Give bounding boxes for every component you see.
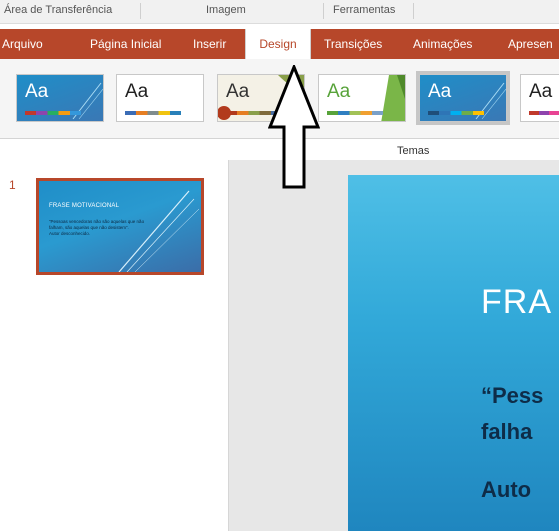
theme-thumbnail-selected[interactable]: Aa — [416, 71, 510, 125]
tab-inserir[interactable]: Inserir — [193, 29, 226, 59]
main-slide-line[interactable]: falha — [481, 419, 532, 445]
tab-arquivo[interactable]: Arquivo — [2, 29, 43, 59]
thumbnail-author: Autor desconhecido. — [49, 231, 91, 237]
tab-animacoes[interactable]: Animações — [413, 29, 472, 59]
main-slide[interactable]: FRA “Pess falha Auto — [348, 175, 559, 531]
theme-color-bar — [529, 111, 559, 115]
image-group-label: Imagem — [206, 4, 246, 16]
main-slide-line[interactable]: “Pess — [481, 383, 543, 409]
theme-sample-text: Aa — [125, 81, 149, 102]
theme-color-bar — [25, 111, 81, 115]
tab-pagina-inicial[interactable]: Página Inicial — [90, 29, 161, 59]
up-arrow-annotation — [268, 65, 320, 189]
clipboard-group-label: Área de Transferência — [4, 4, 113, 16]
group-divider — [140, 3, 141, 19]
ribbon-group-labels: Área de Transferência Imagem Ferramentas — [0, 0, 559, 24]
ribbon-tab-bar: Arquivo Página Inicial Inserir Design Tr… — [0, 29, 559, 60]
tab-apresentacao[interactable]: Apresen — [508, 29, 553, 59]
theme-thumbnail[interactable]: Aa — [520, 74, 559, 122]
theme-sample-text: Aa — [529, 81, 553, 102]
themes-group-label: Temas — [397, 145, 430, 157]
theme-color-bar — [327, 111, 383, 115]
theme-thumbnail[interactable]: Aa — [116, 74, 204, 122]
tools-group-label: Ferramentas — [333, 4, 396, 16]
main-slide-line[interactable]: Auto — [481, 477, 531, 503]
theme-color-bar — [428, 111, 484, 115]
group-divider — [413, 3, 414, 19]
thumbnail-body: “Pessoas vencedoras não são aquelas que … — [49, 219, 159, 237]
theme-thumbnail[interactable]: Aa — [318, 74, 406, 122]
slide-thumbnail[interactable]: FRASE MOTIVACIONAL “Pessoas vencedoras n… — [36, 178, 204, 275]
main-slide-title[interactable]: FRA — [481, 283, 552, 322]
tab-transicoes[interactable]: Transições — [324, 29, 382, 59]
thumbnail-title: FRASE MOTIVACIONAL — [49, 203, 120, 209]
theme-thumbnail[interactable]: Aa — [16, 74, 104, 122]
group-divider — [323, 3, 324, 19]
theme-color-bar — [125, 111, 181, 115]
thumbnail-quote: “Pessoas vencedoras não são aquelas que … — [49, 219, 145, 231]
tab-design[interactable]: Design — [245, 29, 311, 60]
slide-number: 1 — [9, 178, 16, 192]
